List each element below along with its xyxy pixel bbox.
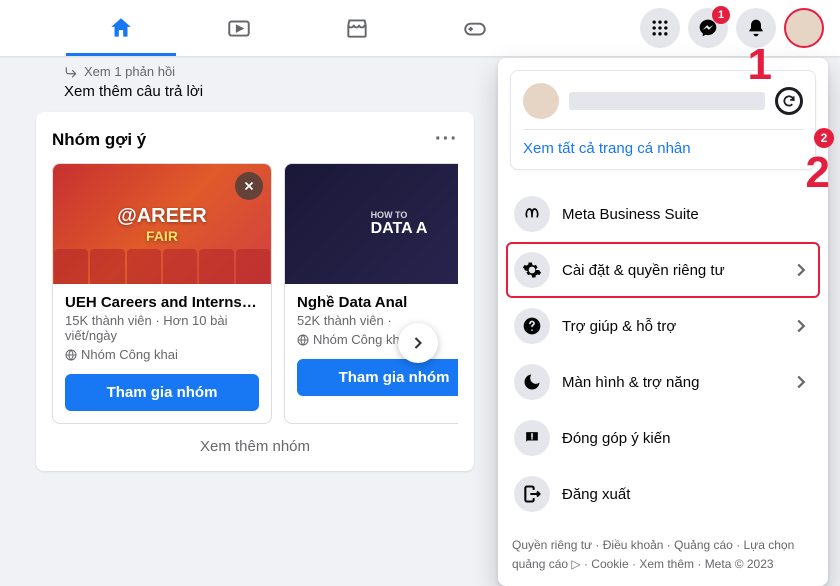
suggested-groups-card: Nhóm gợi ý ··· @AREER FAIR UEH Careers a… — [36, 112, 474, 471]
bell-icon — [746, 18, 766, 38]
footer-copyright: Meta © 2023 — [705, 557, 774, 571]
menu-item-logout[interactable]: Đăng xuất — [506, 466, 820, 522]
menu-item-meta-business[interactable]: Meta Business Suite — [506, 186, 820, 242]
feed-column: Xem 1 phản hồi Xem thêm câu trả lời Nhóm… — [0, 56, 490, 487]
see-reply-text: Xem 1 phản hồi — [84, 64, 175, 79]
help-icon — [514, 308, 550, 344]
profile-avatar — [523, 83, 559, 119]
menu-label: Đóng góp ý kiến — [562, 430, 812, 447]
marketplace-icon — [344, 15, 370, 41]
nav-center-tabs — [16, 2, 640, 54]
chevron-right-icon — [790, 259, 812, 281]
group-name[interactable]: Nghề Data Anal — [297, 294, 458, 311]
globe-icon — [65, 349, 77, 361]
cover-text-1: @AREER — [117, 205, 207, 228]
account-menu-list: Meta Business Suite Cài đặt & quyền riên… — [498, 182, 828, 530]
feedback-icon — [514, 420, 550, 456]
nav-watch-tab[interactable] — [184, 2, 294, 54]
top-navbar: 1 — [0, 0, 840, 56]
group-card: HOW TO DATA A Nghề Data Anal 52K thành v… — [284, 163, 458, 424]
close-icon — [242, 179, 256, 193]
menu-item-feedback[interactable]: Đóng góp ý kiến — [506, 410, 820, 466]
grid-icon — [650, 18, 670, 38]
menu-label: Trợ giúp & hỗ trợ — [562, 318, 778, 335]
messenger-button[interactable]: 1 — [688, 8, 728, 48]
notifications-button[interactable] — [736, 8, 776, 48]
logout-icon — [514, 476, 550, 512]
watch-icon — [226, 15, 252, 41]
dropdown-footer: Quyền riêng tư · Điều khoản · Quảng cáo … — [498, 530, 828, 586]
gear-icon — [514, 252, 550, 288]
group-name[interactable]: UEH Careers and Internship Shares — [65, 294, 259, 311]
nav-home-tab[interactable] — [66, 2, 176, 54]
footer-terms-link[interactable]: Điều khoản — [603, 538, 664, 552]
globe-icon — [297, 334, 309, 346]
see-reply-link[interactable]: Xem 1 phản hồi — [64, 64, 474, 79]
groups-carousel: @AREER FAIR UEH Careers and Internship S… — [52, 163, 458, 424]
card-menu-button[interactable]: ··· — [435, 128, 458, 151]
footer-ads-link[interactable]: Quảng cáo — [674, 538, 733, 552]
switch-profile-icon[interactable] — [775, 87, 803, 115]
card-title: Nhóm gợi ý — [52, 130, 146, 150]
menu-item-help-support[interactable]: Trợ giúp & hỗ trợ — [506, 298, 820, 354]
carousel-next-button[interactable] — [398, 323, 438, 363]
join-group-button[interactable]: Tham gia nhóm — [297, 359, 458, 396]
group-card: @AREER FAIR UEH Careers and Internship S… — [52, 163, 272, 424]
comment-preview: Xem 1 phản hồi Xem thêm câu trả lời — [36, 56, 474, 112]
menu-grid-button[interactable] — [640, 8, 680, 48]
dismiss-group-button[interactable] — [235, 172, 263, 200]
reply-arrow-icon — [64, 65, 78, 79]
moon-icon — [514, 364, 550, 400]
group-cover-image[interactable]: @AREER FAIR — [53, 164, 271, 284]
join-group-button[interactable]: Tham gia nhóm — [65, 374, 259, 411]
gaming-icon — [462, 15, 488, 41]
see-more-answers-link[interactable]: Xem thêm câu trả lời — [64, 83, 474, 100]
group-meta: 52K thành viên · — [297, 313, 458, 328]
home-icon — [108, 15, 134, 41]
profile-row[interactable] — [523, 83, 803, 119]
cover-text-2: FAIR — [117, 228, 207, 244]
group-meta: 15K thành viên · Hơn 10 bài viết/ngày — [65, 313, 259, 343]
cover-text-1: DATA A — [371, 220, 428, 238]
chevron-right-icon — [408, 333, 428, 353]
see-more-groups-link[interactable]: Xem thêm nhóm — [52, 438, 458, 455]
footer-cookie-link[interactable]: Cookie — [591, 557, 628, 571]
chevron-right-icon — [790, 315, 812, 337]
account-dropdown-menu: Xem tất cả trang cá nhân Meta Business S… — [498, 58, 828, 586]
account-avatar-button[interactable] — [784, 8, 824, 48]
footer-more-link[interactable]: Xem thêm — [639, 557, 694, 571]
nav-right-controls: 1 — [640, 8, 824, 48]
cover-small-text: HOW TO — [371, 210, 428, 220]
see-all-profiles-link[interactable]: Xem tất cả trang cá nhân — [523, 129, 803, 157]
menu-label: Meta Business Suite — [562, 206, 812, 223]
menu-item-settings-privacy[interactable]: Cài đặt & quyền riêng tư — [506, 242, 820, 298]
messenger-badge: 1 — [712, 6, 730, 24]
nav-marketplace-tab[interactable] — [302, 2, 412, 54]
profile-switcher-box: Xem tất cả trang cá nhân — [510, 70, 816, 170]
annotation-badge-2: 2 — [814, 128, 834, 148]
group-visibility: Nhóm Công khai — [65, 347, 259, 362]
menu-label: Màn hình & trợ năng — [562, 374, 778, 391]
menu-item-display-accessibility[interactable]: Màn hình & trợ năng — [506, 354, 820, 410]
group-cover-image[interactable]: HOW TO DATA A — [285, 164, 458, 284]
nav-gaming-tab[interactable] — [420, 2, 530, 54]
chevron-right-icon — [790, 371, 812, 393]
profile-name-redacted — [569, 92, 765, 110]
footer-privacy-link[interactable]: Quyền riêng tư — [512, 538, 592, 552]
menu-label: Cài đặt & quyền riêng tư — [562, 262, 778, 279]
meta-icon — [514, 196, 550, 232]
